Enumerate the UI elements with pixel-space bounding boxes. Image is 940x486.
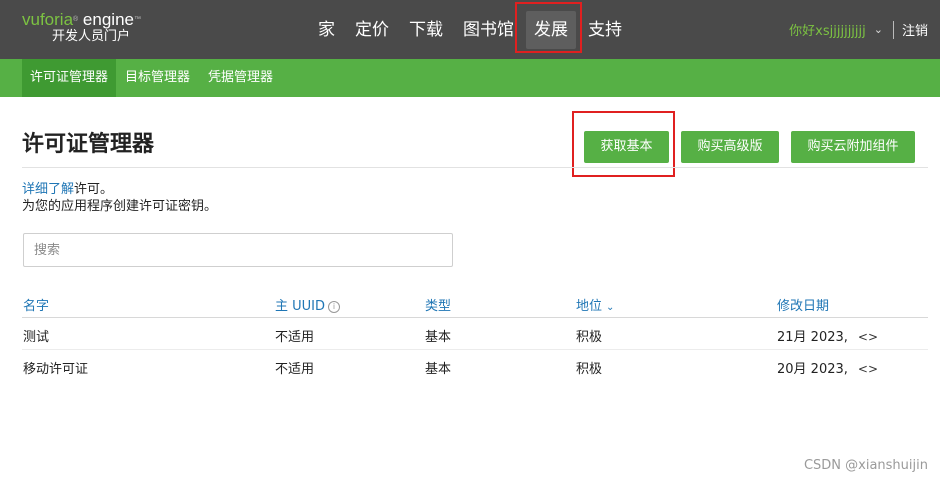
title-divider	[22, 167, 928, 168]
buy-cloud-addon-button[interactable]: 购买云附加组件	[791, 131, 915, 163]
code-icon[interactable]: <>	[858, 362, 878, 376]
table-row-2-name[interactable]: 移动许可证	[23, 358, 88, 377]
description-line-2: 为您的应用程序创建许可证密钥。	[22, 199, 218, 214]
sub-nav: 许可证管理器 目标管理器 凭据管理器	[0, 59, 940, 97]
column-header-name[interactable]: 名字	[23, 295, 49, 314]
subnav-license-manager[interactable]: 许可证管理器	[22, 59, 117, 97]
top-header: vuforia® engine™ 开发人员门户 家 定价 下载 图书馆 发展 支…	[0, 0, 940, 59]
column-header-status[interactable]: 地位 ⌄	[576, 295, 614, 314]
table-row-divider	[22, 349, 928, 350]
nav-downloads[interactable]: 下载	[401, 11, 451, 49]
column-header-status-label: 地位	[576, 299, 603, 314]
chevron-down-icon[interactable]: ⌄	[874, 23, 883, 36]
table-row-1-name[interactable]: 测试	[23, 326, 49, 345]
table-row-1-status: 积极	[576, 330, 603, 345]
search-input[interactable]	[23, 233, 453, 267]
nav-library[interactable]: 图书馆	[455, 11, 522, 49]
logout-link[interactable]: 注销	[902, 20, 928, 39]
table-row-2-uuid: 不适用	[275, 362, 315, 377]
table-row-2-date: 20月 2023,	[777, 362, 848, 377]
user-area: 你好xsjjjjjjjjjj ⌄ 注销	[789, 0, 928, 59]
sort-chevron-down-icon[interactable]: ⌄	[606, 302, 614, 313]
table-row-1-date: 21月 2023,	[777, 330, 848, 345]
page-description: 详细了解许可。 为您的应用程序创建许可证密钥。	[22, 181, 217, 215]
csdn-watermark: CSDN @xianshuijin	[803, 458, 928, 473]
nav-support[interactable]: 支持	[580, 11, 630, 49]
column-header-uuid[interactable]: 主 UUID i	[275, 295, 341, 314]
code-icon[interactable]: <>	[858, 330, 878, 344]
subnav-target-manager[interactable]: 目标管理器	[116, 59, 199, 97]
user-separator	[892, 20, 894, 39]
table-row-2-type: 基本	[425, 362, 452, 377]
get-basic-button[interactable]: 获取基本	[584, 131, 669, 163]
column-header-type[interactable]: 类型	[425, 295, 451, 314]
description-licenses-text: 许可。	[74, 182, 114, 197]
subnav-credentials-manager[interactable]: 凭据管理器	[199, 59, 282, 97]
nav-home[interactable]: 家	[310, 11, 343, 49]
column-header-modified[interactable]: 修改日期	[777, 295, 829, 314]
nav-pricing[interactable]: 定价	[347, 11, 397, 49]
nav-develop[interactable]: 发展	[526, 10, 576, 49]
info-icon[interactable]: i	[328, 301, 341, 313]
learn-more-link[interactable]: 详细了解	[22, 182, 74, 197]
main-nav: 家 定价 下载 图书馆 发展 支持	[310, 0, 634, 59]
table-row-2-status: 积极	[576, 362, 603, 377]
vuforia-logo[interactable]: vuforia® engine™ 开发人员门户	[22, 10, 141, 45]
table-row-1-uuid: 不适用	[275, 330, 315, 345]
description-line-1: 详细了解许可。	[22, 181, 217, 198]
table-header-divider	[22, 317, 928, 318]
column-header-uuid-label: 主 UUID	[275, 299, 326, 314]
table-row-1-modified: 21月 2023, <>	[777, 326, 878, 345]
buy-premium-button[interactable]: 购买高级版	[681, 131, 779, 163]
logo-wordmark: vuforia® engine™	[22, 10, 141, 29]
user-menu[interactable]: 你好xsjjjjjjjjjj	[789, 20, 866, 39]
logo-subtitle: 开发人员门户	[52, 29, 131, 44]
page-title: 许可证管理器	[22, 132, 155, 157]
table-row-1-type: 基本	[425, 330, 452, 345]
table-row-2-modified: 20月 2023, <>	[777, 358, 878, 377]
